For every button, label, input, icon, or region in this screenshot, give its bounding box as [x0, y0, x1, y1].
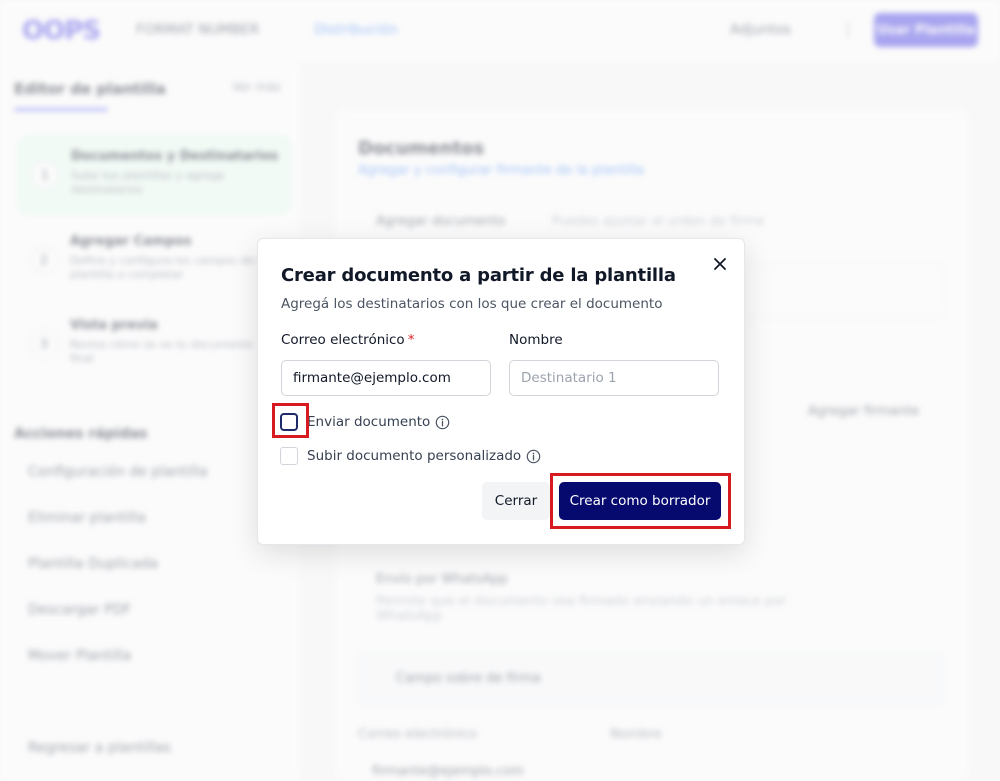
upload-custom-checkbox[interactable] [280, 447, 298, 465]
create-document-modal: Crear documento a partir de la plantilla… [257, 238, 745, 545]
modal-title: Crear documento a partir de la plantilla [281, 265, 676, 286]
modal-subtitle: Agregá los destinatarios con los que cre… [281, 296, 663, 312]
upload-custom-label: Subir documento personalizado [307, 448, 522, 464]
upload-custom-option: Subir documento personalizado [280, 447, 541, 465]
email-label-text: Correo electrónico [281, 332, 405, 348]
close-icon[interactable] [709, 253, 731, 275]
email-label: Correo electrónico * [281, 332, 414, 348]
send-document-option: Enviar documento [280, 413, 450, 431]
info-icon[interactable] [435, 415, 450, 430]
send-document-label: Enviar documento [307, 414, 431, 430]
create-draft-button[interactable]: Crear como borrador [559, 482, 721, 520]
required-marker: * [407, 332, 415, 348]
send-document-checkbox[interactable] [280, 413, 298, 431]
name-label: Nombre [509, 332, 563, 348]
cancel-button[interactable]: Cerrar [482, 482, 550, 520]
email-field[interactable] [281, 360, 491, 396]
name-field[interactable] [509, 360, 719, 396]
info-icon[interactable] [526, 449, 541, 464]
